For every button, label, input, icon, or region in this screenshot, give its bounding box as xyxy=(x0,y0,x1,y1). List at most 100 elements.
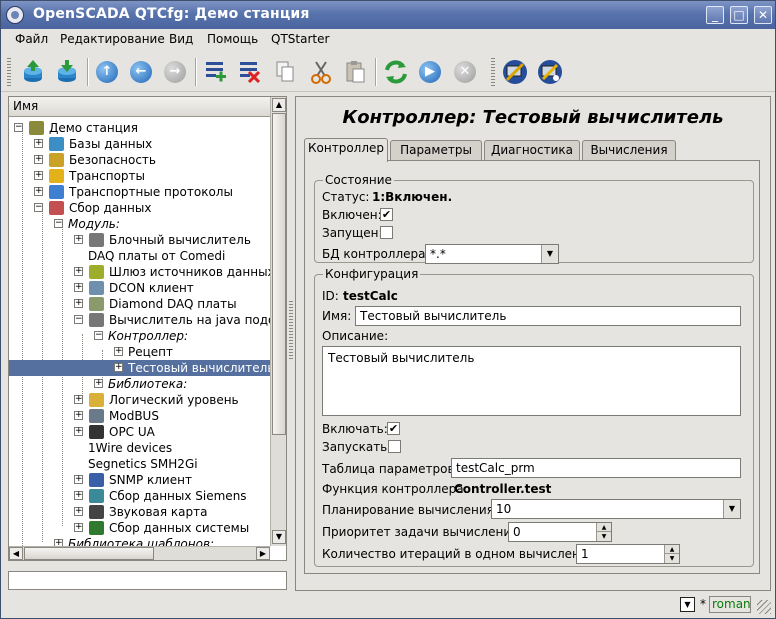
qtcfg-tool-button[interactable] xyxy=(501,58,529,86)
paste-button[interactable] xyxy=(341,58,369,86)
navigation-tree[interactable]: − Демо станция + Базы данных + Безопасность + Т… xyxy=(9,118,270,546)
collapse-icon[interactable]: − xyxy=(54,219,63,228)
expand-icon[interactable]: + xyxy=(34,155,43,164)
tab-calculations[interactable]: Вычисления xyxy=(582,140,676,160)
param-table-field[interactable]: testCalc_prm xyxy=(451,458,741,478)
expand-icon[interactable]: + xyxy=(114,363,123,372)
resize-grip-icon[interactable] xyxy=(757,600,771,614)
tree-item[interactable]: − Демо станция xyxy=(9,120,270,136)
up-button[interactable]: ↑ xyxy=(93,58,121,86)
start-button[interactable]: ▶ xyxy=(416,58,444,86)
menu-view[interactable]: Вид xyxy=(169,32,193,46)
tree-item[interactable]: + DCON клиент xyxy=(9,280,270,296)
vision-tool-button[interactable] xyxy=(536,58,564,86)
tree-horizontal-scrollbar[interactable]: ◀ ▶ xyxy=(9,546,270,560)
to-start-checkbox[interactable] xyxy=(388,440,401,453)
tree-item[interactable]: + Транспорты xyxy=(9,168,270,184)
delete-item-button[interactable] xyxy=(235,58,263,86)
copy-button[interactable] xyxy=(271,58,299,86)
expand-icon[interactable]: + xyxy=(74,395,83,404)
tree-column-header[interactable]: Имя xyxy=(9,97,270,117)
tree-item[interactable]: DAQ платы от Comedi xyxy=(9,248,270,264)
tree-item[interactable]: − Сбор данных xyxy=(9,200,270,216)
collapse-icon[interactable]: − xyxy=(14,123,23,132)
expand-icon[interactable]: + xyxy=(114,347,123,356)
tree-item[interactable]: + Базы данных xyxy=(9,136,270,152)
tree-item[interactable]: + Diamond DAQ платы xyxy=(9,296,270,312)
tree-item[interactable]: 1Wire devices xyxy=(9,440,270,456)
tree-item[interactable]: + Звуковая карта xyxy=(9,504,270,520)
tree-item[interactable]: − Контроллер: xyxy=(9,328,270,344)
expand-icon[interactable]: + xyxy=(74,267,83,276)
expand-icon[interactable]: + xyxy=(74,475,83,484)
tree-item[interactable]: + Безопасность xyxy=(9,152,270,168)
menu-edit[interactable]: Редактирование xyxy=(60,32,165,46)
toolbar-grip[interactable] xyxy=(7,58,11,86)
name-field[interactable]: Тестовый вычислитель xyxy=(355,306,741,326)
db-save-button[interactable] xyxy=(53,58,81,86)
tree-item[interactable]: + Транспортные протоколы xyxy=(9,184,270,200)
back-button[interactable]: ← xyxy=(127,58,155,86)
scroll-left-arrow-icon[interactable]: ◀ xyxy=(9,547,23,560)
spin-down-icon[interactable]: ▼ xyxy=(596,532,611,541)
tree-item[interactable]: + Библиотека: xyxy=(9,376,270,392)
expand-icon[interactable]: + xyxy=(54,539,63,546)
close-button[interactable]: ✕ xyxy=(754,6,772,24)
title-bar[interactable]: OpenSCADA QTCfg: Демо станция _ □ ✕ xyxy=(1,1,775,29)
tree-item[interactable]: + OPC UA xyxy=(9,424,270,440)
minimize-button[interactable]: _ xyxy=(706,6,724,24)
enabled-checkbox[interactable]: ✔ xyxy=(380,208,393,221)
expand-icon[interactable]: + xyxy=(34,187,43,196)
tree-item[interactable]: + Тестовый вычислитель xyxy=(9,360,270,376)
running-checkbox[interactable] xyxy=(380,226,393,239)
tree-item[interactable]: + Рецепт xyxy=(9,344,270,360)
expand-icon[interactable]: + xyxy=(74,235,83,244)
tree-item[interactable]: + Логический уровень xyxy=(9,392,270,408)
tab-controller[interactable]: Контроллер xyxy=(304,138,388,162)
tree-item[interactable]: + Библиотека шаблонов: xyxy=(9,536,270,546)
tree-item[interactable]: − Вычислитель на java подоб xyxy=(9,312,270,328)
controller-db-combo[interactable]: *.* ▼ xyxy=(425,244,559,264)
menu-qtstarter[interactable]: QTStarter xyxy=(271,32,329,46)
current-user[interactable]: roman xyxy=(709,596,751,613)
iterations-spinbox[interactable]: 1 ▲ ▼ xyxy=(576,544,680,564)
scroll-thumb[interactable] xyxy=(272,113,286,435)
scroll-up-arrow-icon[interactable]: ▲ xyxy=(272,98,286,112)
expand-icon[interactable]: + xyxy=(34,171,43,180)
expand-icon[interactable]: + xyxy=(74,507,83,516)
status-dropdown-icon[interactable]: ▼ xyxy=(680,597,695,612)
collapse-icon[interactable]: − xyxy=(74,315,83,324)
expand-icon[interactable]: + xyxy=(74,283,83,292)
to-enable-checkbox[interactable]: ✔ xyxy=(387,422,400,435)
expand-icon[interactable]: + xyxy=(94,379,103,388)
spin-down-icon[interactable]: ▼ xyxy=(664,554,679,563)
tree-item[interactable]: + Шлюз источников данных xyxy=(9,264,270,280)
tree-item[interactable]: + ModBUS xyxy=(9,408,270,424)
refresh-button[interactable] xyxy=(382,58,410,86)
schedule-combo[interactable]: 10 ▼ xyxy=(491,499,741,519)
scroll-right-arrow-icon[interactable]: ▶ xyxy=(256,547,270,560)
add-item-button[interactable] xyxy=(201,58,229,86)
tree-item[interactable]: + Сбор данных системы xyxy=(9,520,270,536)
toolbar-grip[interactable] xyxy=(491,58,495,86)
collapse-icon[interactable]: − xyxy=(94,331,103,340)
expand-icon[interactable]: + xyxy=(74,523,83,532)
tree-item[interactable]: + SNMP клиент xyxy=(9,472,270,488)
tab-parameters[interactable]: Параметры xyxy=(390,140,482,160)
menu-file[interactable]: Файл xyxy=(15,32,48,46)
priority-spinbox[interactable]: 0 ▲ ▼ xyxy=(508,522,612,542)
expand-icon[interactable]: + xyxy=(34,139,43,148)
expand-icon[interactable]: + xyxy=(74,299,83,308)
tab-diagnostics[interactable]: Диагностика xyxy=(484,140,580,160)
tree-item[interactable]: − Модуль: xyxy=(9,216,270,232)
tree-item[interactable]: + Сбор данных Siemens xyxy=(9,488,270,504)
description-textarea[interactable]: Тестовый вычислитель xyxy=(322,346,741,416)
cut-button[interactable] xyxy=(307,58,335,86)
expand-icon[interactable]: + xyxy=(74,411,83,420)
stop-button[interactable]: ✕ xyxy=(451,58,479,86)
chevron-down-icon[interactable]: ▼ xyxy=(541,245,558,263)
expand-icon[interactable]: + xyxy=(74,491,83,500)
db-load-button[interactable] xyxy=(19,58,47,86)
chevron-down-icon[interactable]: ▼ xyxy=(723,500,740,518)
panel-splitter[interactable] xyxy=(289,301,293,361)
